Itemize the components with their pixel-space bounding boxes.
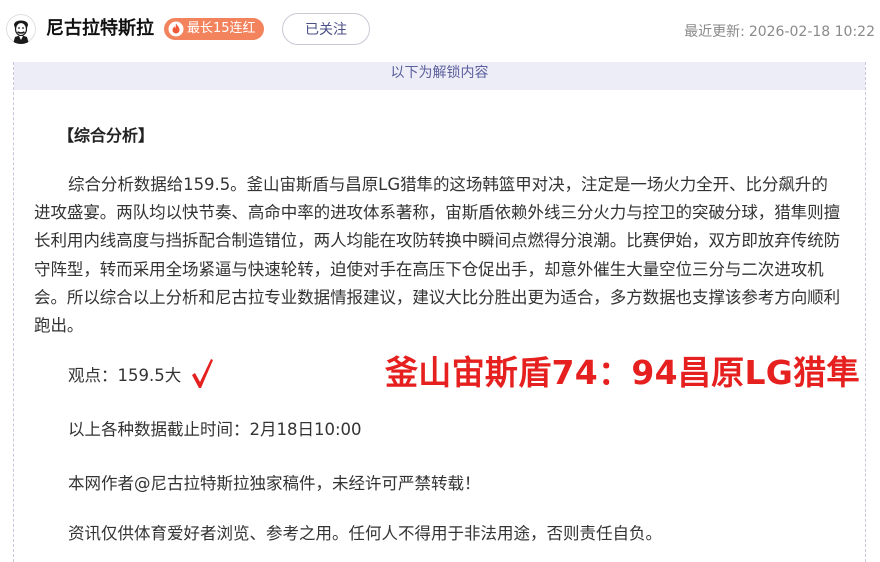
author-header: 尼古拉特斯拉 最长15连红 已关注 最近更新: 2026-02-18 10:22 — [0, 0, 880, 62]
updated-time: 2026-02-18 10:22 — [748, 24, 875, 40]
unlock-banner: 以下为解锁内容 — [14, 62, 865, 90]
author-name[interactable]: 尼古拉特斯拉 — [46, 17, 154, 41]
check-mark-icon — [192, 359, 213, 388]
tesla-portrait-avatar-icon — [6, 14, 36, 44]
analysis-paragraph: 综合分析数据给159.5。釜山宙斯盾与昌原LG猎隼的这场韩篮甲对决，注定是一场火… — [34, 175, 841, 336]
flame-icon — [168, 21, 184, 37]
updated-label: 最近更新: — [684, 24, 745, 40]
copyright-notice: 本网作者@尼古拉特斯拉独家稿件，未经许可严禁转载！ — [68, 474, 481, 493]
cutoff-time: 以上各种数据截止时间：2月18日10:00 — [68, 420, 362, 439]
streak-badge: 最长15连红 — [164, 18, 264, 40]
section-title: 【综合分析】 — [58, 126, 155, 145]
disclaimer-text: 资讯仅供体育爱好者浏览、参考之用。任何人不得用于非法用途，否则责任自负。 — [68, 524, 662, 543]
opinion-text: 观点：159.5大 — [68, 366, 182, 385]
streak-badge-label: 最长15连红 — [187, 21, 256, 36]
avatar[interactable] — [6, 14, 36, 44]
last-updated: 最近更新: 2026-02-18 10:22 — [684, 21, 875, 41]
follow-button[interactable]: 已关注 — [282, 13, 370, 45]
result-score: 釜山宙斯盾74：94昌原LG猎隼 — [385, 353, 860, 392]
